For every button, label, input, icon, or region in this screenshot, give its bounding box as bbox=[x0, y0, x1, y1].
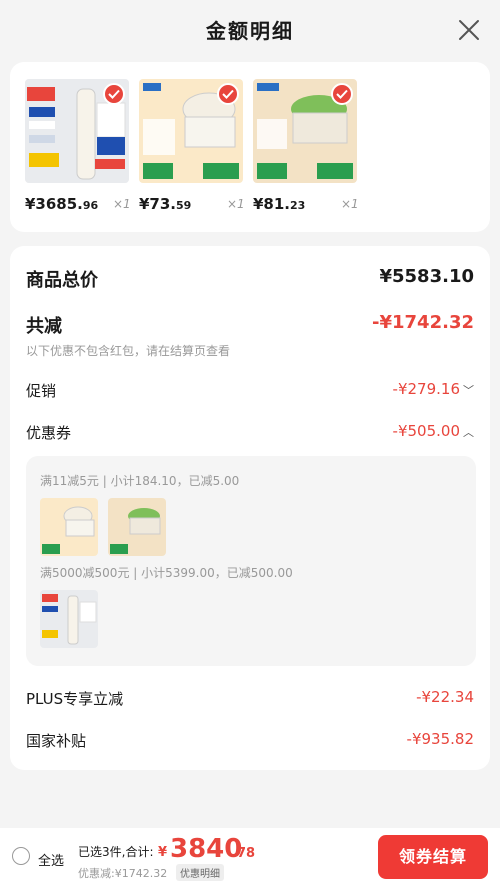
select-all-label[interactable]: 全选 bbox=[38, 850, 64, 869]
product-qty: ×1 bbox=[227, 197, 245, 211]
total-price-row: 商品总价 ¥5583.10 bbox=[26, 266, 474, 292]
plus-discount-row: PLUS专享立减 -¥22.34 bbox=[26, 688, 474, 714]
price-summary: 商品总价 ¥5583.10 共减 -¥1742.32 以下优惠不包含红包，请在结… bbox=[10, 246, 490, 770]
plus-discount-value: -¥22.34 bbox=[416, 688, 474, 706]
discount-total-text: 优惠减:¥1742.32 bbox=[78, 867, 168, 880]
product-price: ¥81.23 bbox=[253, 195, 306, 213]
close-icon[interactable] bbox=[456, 17, 482, 43]
total-reduce-label: 共减 bbox=[26, 316, 62, 337]
discount-note: 以下优惠不包含红包，请在结算页查看 bbox=[26, 344, 231, 358]
page-title: 金额明细 bbox=[206, 19, 294, 43]
coupon-value: -¥505.00 ︿ bbox=[392, 422, 474, 440]
checked-icon[interactable] bbox=[331, 83, 353, 105]
product-price: ¥73.59 bbox=[139, 195, 192, 213]
product-image bbox=[25, 79, 129, 183]
total-price-value: ¥5583.10 bbox=[379, 266, 474, 287]
product-item[interactable]: ¥73.59 ×1 bbox=[139, 79, 245, 213]
bottom-checkout-bar: 全选 已选3件,合计: ¥ 3840 .78 优惠减:¥1742.32 优惠明细… bbox=[0, 828, 500, 881]
coupon-detail-box: 满11减5元 | 小计184.10，已减5.00 满5000减500元 | 小计… bbox=[26, 456, 476, 666]
total-amount-decimal: .78 bbox=[232, 846, 256, 861]
product-item[interactable]: ¥81.23 ×1 bbox=[253, 79, 359, 213]
product-list: ¥3685.96 ×1 ¥73.59 ×1 ¥81.23 ×1 bbox=[10, 62, 490, 232]
selected-count-text: 已选3件,合计: bbox=[78, 845, 154, 859]
checkout-button[interactable]: 领券结算 bbox=[378, 835, 488, 879]
chevron-down-icon[interactable]: ﹀ bbox=[463, 382, 474, 398]
coupon-product-thumb bbox=[40, 590, 98, 648]
product-qty: ×1 bbox=[113, 197, 131, 211]
promo-label: 促销 bbox=[26, 382, 57, 400]
subsidy-label: 国家补贴 bbox=[26, 732, 87, 750]
product-price: ¥3685.96 bbox=[25, 195, 99, 213]
coupon-rule-2: 满5000减500元 | 小计5399.00，已减500.00 bbox=[40, 566, 293, 580]
header: 金额明细 bbox=[0, 0, 500, 60]
select-all-radio[interactable] bbox=[12, 847, 30, 865]
promo-value: -¥279.16 ﹀ bbox=[392, 380, 474, 398]
chevron-up-icon[interactable]: ︿ bbox=[463, 424, 474, 440]
product-image bbox=[139, 79, 243, 183]
product-image bbox=[253, 79, 357, 183]
product-item[interactable]: ¥3685.96 ×1 bbox=[25, 79, 131, 213]
plus-discount-label: PLUS专享立减 bbox=[26, 690, 124, 708]
checked-icon[interactable] bbox=[217, 83, 239, 105]
coupon-row[interactable]: 优惠券 -¥505.00 ︿ bbox=[26, 422, 474, 448]
promo-row[interactable]: 促销 -¥279.16 ﹀ bbox=[26, 380, 474, 406]
coupon-product-thumb bbox=[108, 498, 166, 556]
subsidy-row: 国家补贴 -¥935.82 bbox=[26, 730, 474, 756]
total-price-label: 商品总价 bbox=[26, 270, 98, 291]
total-currency: ¥ bbox=[158, 845, 168, 860]
discount-detail-tag[interactable]: 优惠明细 bbox=[176, 864, 224, 881]
subsidy-value: -¥935.82 bbox=[406, 730, 474, 748]
product-qty: ×1 bbox=[341, 197, 359, 211]
coupon-label: 优惠券 bbox=[26, 424, 72, 442]
coupon-product-thumb bbox=[40, 498, 98, 556]
coupon-rule-1: 满11减5元 | 小计184.10，已减5.00 bbox=[40, 474, 240, 488]
total-reduce-value: -¥1742.32 bbox=[372, 312, 474, 333]
checked-icon[interactable] bbox=[103, 83, 125, 105]
total-reduce-row: 共减 -¥1742.32 bbox=[26, 312, 474, 338]
